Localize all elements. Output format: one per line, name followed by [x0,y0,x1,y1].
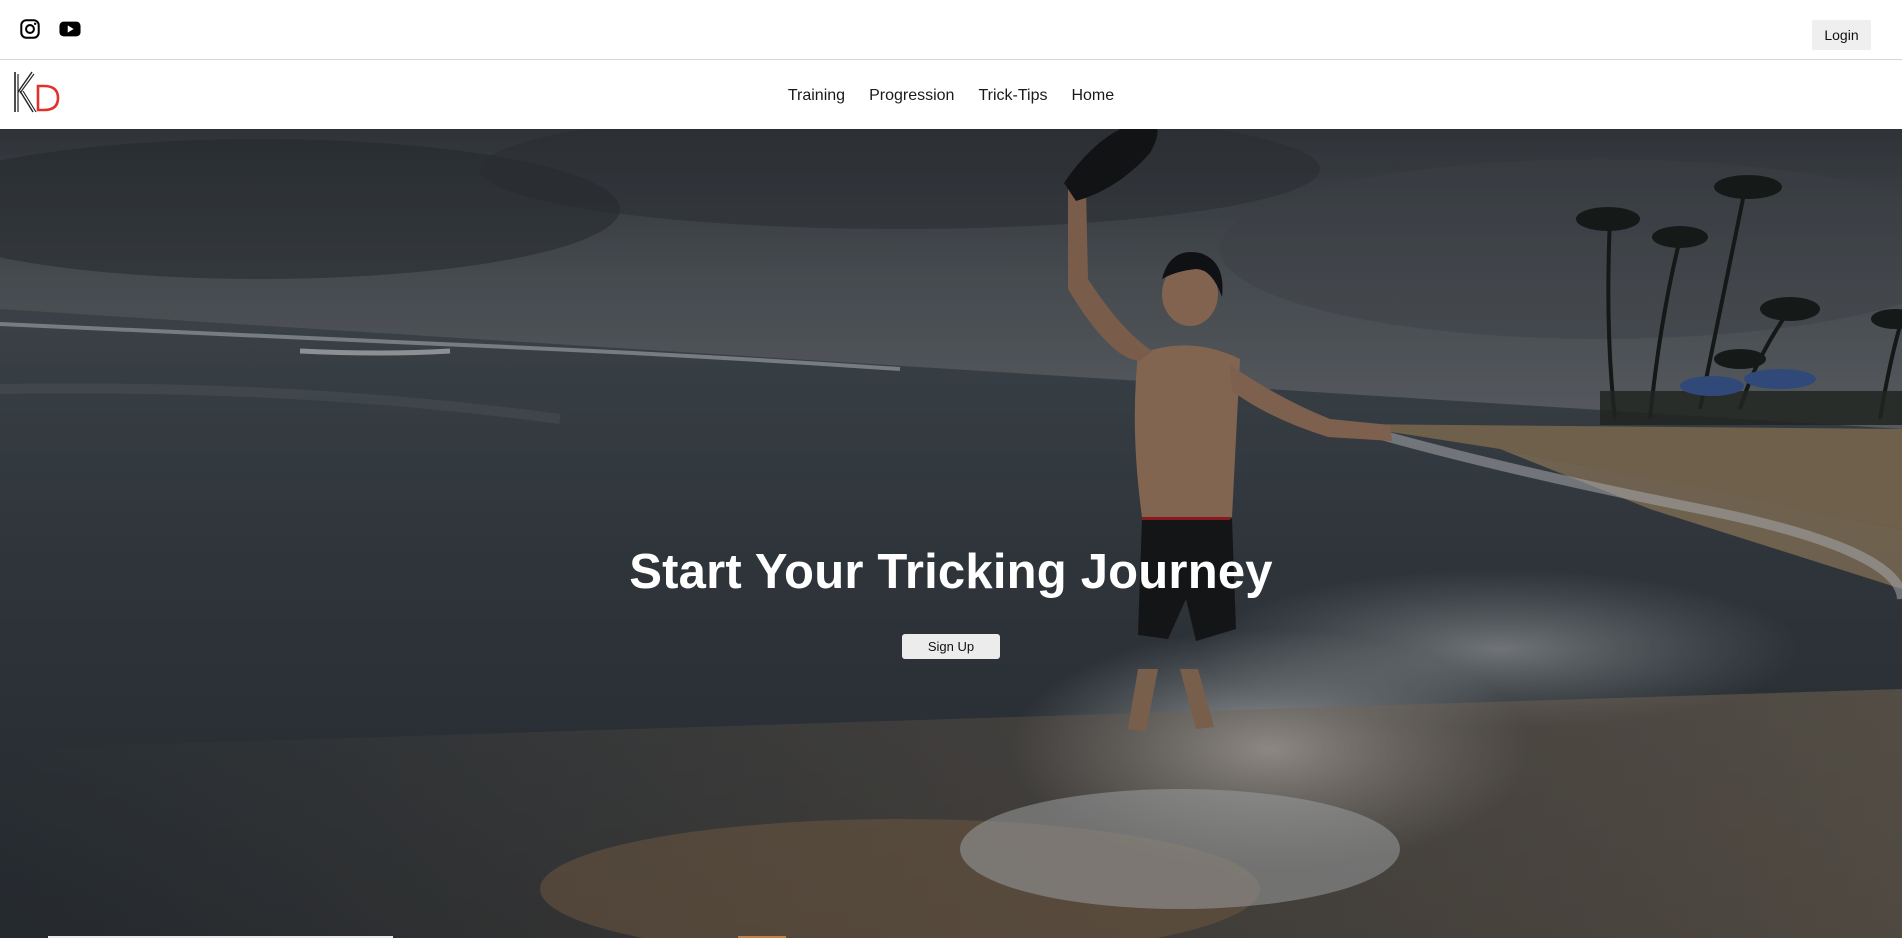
youtube-link[interactable] [57,16,83,42]
nav-training[interactable]: Training [788,87,845,105]
hero-dim-overlay [0,129,1902,938]
instagram-icon [20,19,40,39]
nav-links: Training Progression Trick-Tips Home [0,61,1902,129]
login-button[interactable]: Login [1812,20,1871,50]
instagram-link[interactable] [17,16,43,42]
hero-section: Start Your Tricking Journey Sign Up [0,129,1902,938]
nav-progression[interactable]: Progression [869,87,954,105]
nav-home[interactable]: Home [1071,87,1114,105]
main-navbar: Training Progression Trick-Tips Home [0,61,1902,129]
youtube-icon [59,21,81,37]
signup-button[interactable]: Sign Up [902,634,1000,659]
nav-trick-tips[interactable]: Trick-Tips [978,87,1047,105]
top-utility-bar: Login [0,0,1902,60]
hero-title: Start Your Tricking Journey [629,545,1273,599]
